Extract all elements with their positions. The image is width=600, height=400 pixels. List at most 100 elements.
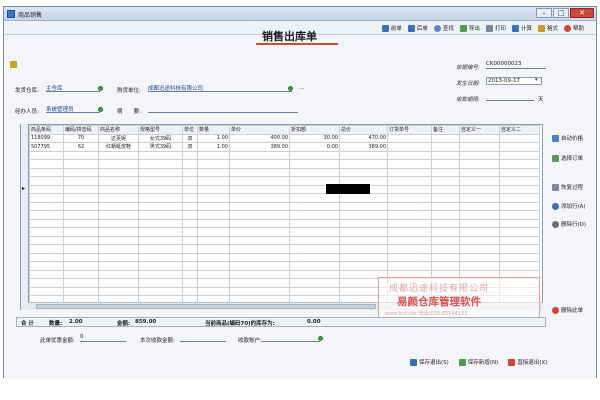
grid-cell[interactable]: [387, 210, 432, 220]
save-exit-button[interactable]: 保存退出(S): [410, 358, 449, 366]
column-header[interactable]: 自定义一: [459, 125, 500, 135]
grid-cell[interactable]: 118099: [29, 133, 64, 143]
grid-cell[interactable]: [63, 252, 99, 262]
grid-cell[interactable]: [98, 286, 139, 296]
grid-cell[interactable]: [339, 159, 388, 169]
grid-cell[interactable]: [431, 201, 460, 211]
grid-cell[interactable]: [499, 142, 540, 152]
grid-cell[interactable]: [197, 252, 230, 262]
grid-cell[interactable]: [431, 244, 460, 254]
auto-price-button[interactable]: 自动价格: [552, 134, 583, 142]
grid-cell[interactable]: [289, 201, 340, 211]
grid-cell[interactable]: [182, 218, 198, 228]
table-row[interactable]: [29, 244, 540, 254]
chevron-down-icon[interactable]: ▾: [535, 77, 538, 83]
grid-cell[interactable]: [138, 269, 183, 279]
grid-cell[interactable]: [138, 252, 183, 262]
grid-cell[interactable]: [182, 150, 198, 160]
grid-cell[interactable]: [459, 133, 500, 143]
column-header[interactable]: 总价: [339, 125, 388, 135]
table-row[interactable]: [29, 159, 540, 169]
grid-cell[interactable]: [289, 210, 340, 220]
grid-cell[interactable]: [138, 218, 183, 228]
grid-cell[interactable]: [339, 244, 388, 254]
grid-cell[interactable]: [499, 244, 540, 254]
column-header[interactable]: 折扣额: [289, 125, 340, 135]
grid-cell[interactable]: [459, 227, 500, 237]
grid-cell[interactable]: [182, 176, 198, 186]
grid-cell[interactable]: [499, 167, 540, 177]
grid-cell[interactable]: [63, 227, 99, 237]
grid-cell[interactable]: [98, 210, 139, 220]
due-days-field[interactable]: [486, 93, 534, 101]
grid-cell[interactable]: [499, 201, 540, 211]
grid-cell[interactable]: [499, 150, 540, 160]
grid-cell[interactable]: [138, 286, 183, 296]
grid-cell[interactable]: [229, 278, 290, 288]
grid-cell[interactable]: [63, 184, 99, 194]
grid-cell[interactable]: [98, 218, 139, 228]
table-row[interactable]: [29, 252, 540, 262]
grid-cell[interactable]: [229, 261, 290, 271]
grid-cell[interactable]: [431, 142, 460, 152]
grid-cell[interactable]: [499, 193, 540, 203]
grid-cell[interactable]: [229, 193, 290, 203]
grid-cell[interactable]: [138, 150, 183, 160]
next-doc-button[interactable]: 后单: [407, 23, 428, 33]
grid-cell[interactable]: 男式39码: [138, 142, 183, 152]
grid-cell[interactable]: [98, 227, 139, 237]
grid-cell[interactable]: [431, 261, 460, 271]
grid-cell[interactable]: [29, 184, 64, 194]
grid-cell[interactable]: [289, 269, 340, 279]
grid-cell[interactable]: [387, 227, 432, 237]
grid-cell[interactable]: [29, 218, 64, 228]
grid-cell[interactable]: [29, 235, 64, 245]
grid-cell[interactable]: [182, 269, 198, 279]
grid-cell[interactable]: [387, 159, 432, 169]
grid-cell[interactable]: [431, 184, 460, 194]
grid-cell[interactable]: [459, 201, 500, 211]
grid-cell[interactable]: 62: [63, 142, 99, 152]
grid-cell[interactable]: [499, 184, 540, 194]
grid-cell[interactable]: [182, 252, 198, 262]
grid-cell[interactable]: [98, 235, 139, 245]
grid-cell[interactable]: 70: [63, 133, 99, 143]
grid-cell[interactable]: [289, 286, 340, 296]
grid-cell[interactable]: [339, 218, 388, 228]
grid-cell[interactable]: [459, 261, 500, 271]
grid-cell[interactable]: [197, 150, 230, 160]
grid-cell[interactable]: [229, 210, 290, 220]
grid-cell[interactable]: [29, 201, 64, 211]
grid-cell[interactable]: [499, 252, 540, 262]
grid-cell[interactable]: [29, 269, 64, 279]
grid-cell[interactable]: [98, 159, 139, 169]
grid-cell[interactable]: [229, 244, 290, 254]
grid-cell[interactable]: [98, 278, 139, 288]
grid-cell[interactable]: [197, 286, 230, 296]
grid-cell[interactable]: [197, 210, 230, 220]
delete-row-button[interactable]: 删除行(D): [552, 220, 586, 228]
grid-cell[interactable]: [63, 235, 99, 245]
grid-cell[interactable]: [459, 235, 500, 245]
grid-cell[interactable]: [197, 193, 230, 203]
grid-cell[interactable]: [289, 261, 340, 271]
grid-cell[interactable]: [229, 159, 290, 169]
grid-cell[interactable]: [197, 176, 230, 186]
grid-cell[interactable]: [138, 261, 183, 271]
column-header[interactable]: 单位: [182, 125, 198, 135]
close-button[interactable]: ✕: [570, 8, 594, 18]
grid-cell[interactable]: [138, 159, 183, 169]
table-row[interactable]: [29, 193, 540, 203]
grid-cell[interactable]: [431, 227, 460, 237]
grid-cell[interactable]: [459, 142, 500, 152]
grid-cell[interactable]: [499, 210, 540, 220]
minimize-button[interactable]: –: [536, 8, 552, 18]
grid-cell[interactable]: [98, 269, 139, 279]
grid-cell[interactable]: [63, 244, 99, 254]
grid-cell[interactable]: [387, 142, 432, 152]
warehouse-field[interactable]: 主仓库: [46, 84, 100, 92]
grid-cell[interactable]: [182, 286, 198, 296]
grid-cell[interactable]: [29, 159, 64, 169]
prev-doc-button[interactable]: 前单: [381, 23, 402, 33]
grid-cell[interactable]: [182, 278, 198, 288]
